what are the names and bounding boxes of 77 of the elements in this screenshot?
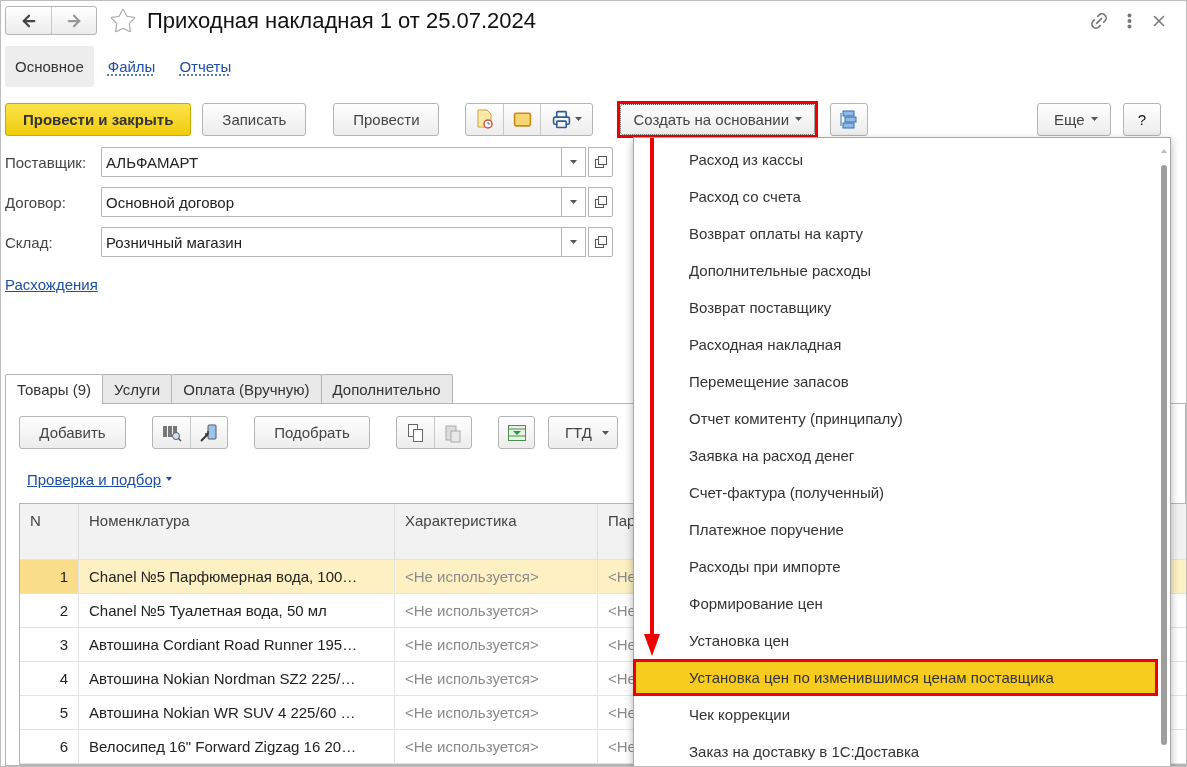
select-field[interactable]: АЛЬФАМАРТ bbox=[101, 147, 561, 178]
post-and-close-button[interactable]: Провести и закрыть bbox=[5, 102, 192, 136]
section-tab[interactable]: Файлы bbox=[97, 46, 166, 88]
menu-item[interactable]: Счет-фактура (полученный) bbox=[633, 474, 1158, 511]
caret-icon bbox=[574, 117, 582, 122]
menu-item[interactable]: Расход из кассы bbox=[633, 141, 1158, 178]
open-icon bbox=[594, 236, 607, 249]
envelope-icon bbox=[512, 109, 532, 129]
open-button[interactable] bbox=[588, 147, 613, 178]
section-tab[interactable]: Основное bbox=[5, 46, 94, 88]
barcode-icon bbox=[161, 423, 182, 442]
field-label: Склад: bbox=[5, 233, 54, 251]
post-button[interactable]: Провести bbox=[333, 102, 440, 136]
caret-icon bbox=[570, 200, 577, 205]
table-cell: Chanel №5 Парфюмерная вода, 100… bbox=[79, 560, 395, 593]
menu-item[interactable]: Отчет комитенту (принципалу) bbox=[633, 400, 1158, 437]
menu-item[interactable]: Расход со счета bbox=[633, 178, 1158, 215]
scroll-up-icon bbox=[1161, 149, 1167, 153]
document-clock-icon bbox=[475, 109, 494, 130]
caret-icon bbox=[601, 430, 609, 435]
structure-icon bbox=[839, 109, 859, 130]
caret-icon bbox=[795, 117, 802, 122]
fill-button[interactable] bbox=[498, 416, 535, 449]
table-fill-icon bbox=[506, 423, 527, 442]
menu-item[interactable]: Заявка на расход денег bbox=[633, 437, 1158, 474]
select-field[interactable]: Розничный магазин bbox=[101, 227, 561, 258]
menu-item[interactable]: Установка цен по изменившимся ценам поставщика bbox=[633, 659, 1158, 696]
copy-icon bbox=[406, 422, 425, 443]
open-button[interactable] bbox=[588, 187, 613, 218]
menu-item[interactable]: Чек коррекции bbox=[633, 696, 1158, 733]
open-button[interactable] bbox=[588, 227, 613, 258]
star-icon bbox=[109, 6, 137, 35]
caret-icon bbox=[1090, 117, 1098, 122]
caret-icon bbox=[570, 240, 577, 245]
link-button[interactable] bbox=[1089, 10, 1109, 31]
menu-item[interactable]: Платежное поручение bbox=[633, 511, 1158, 548]
open-icon bbox=[594, 196, 607, 209]
column-header[interactable]: Характеристика bbox=[395, 504, 598, 559]
menu-item[interactable]: Возврат оплаты на карту bbox=[633, 215, 1158, 252]
gtd-button[interactable]: ГТД bbox=[548, 416, 618, 449]
section-tab[interactable]: Отчеты bbox=[169, 46, 242, 88]
open-icon bbox=[594, 156, 607, 169]
field-label: Поставщик: bbox=[5, 153, 88, 171]
discrepancies-link[interactable]: Расхождения bbox=[5, 275, 98, 293]
table-tab[interactable]: Оплата (Вручную) bbox=[171, 374, 322, 403]
more-button[interactable]: Еще bbox=[1037, 102, 1111, 136]
table-tab[interactable]: Услуги bbox=[102, 374, 173, 403]
menu-item[interactable]: Дополнительные расходы bbox=[633, 252, 1158, 289]
column-header[interactable]: N bbox=[20, 504, 79, 559]
window-title: Приходная накладная 1 от 25.07.2024 bbox=[147, 7, 538, 34]
column-header[interactable]: Номенклатура bbox=[79, 504, 395, 559]
favorite-button[interactable] bbox=[109, 6, 137, 35]
more-menu-button[interactable] bbox=[1127, 12, 1132, 29]
caret-icon bbox=[570, 160, 577, 165]
table-cell: 1 bbox=[20, 560, 79, 593]
menu-item[interactable]: Возврат поставщику bbox=[633, 289, 1158, 326]
select-field[interactable]: Основной договор bbox=[101, 187, 561, 218]
scanner-icon bbox=[199, 422, 219, 443]
pick-button[interactable]: Подобрать bbox=[254, 416, 370, 449]
structure-button[interactable] bbox=[830, 102, 868, 136]
field-label: Договор: bbox=[5, 193, 67, 211]
printer-icon bbox=[551, 109, 571, 129]
clipboard-icon bbox=[444, 422, 462, 443]
create-based-on-button[interactable]: Создать на основании bbox=[620, 103, 815, 135]
save-button[interactable]: Записать bbox=[202, 102, 307, 136]
table-tab[interactable]: Дополнительно bbox=[320, 374, 453, 403]
menu-item[interactable]: Расходная накладная bbox=[633, 326, 1158, 363]
caret-icon bbox=[166, 477, 173, 481]
menu-item[interactable]: Установка цен bbox=[633, 622, 1158, 659]
help-button[interactable]: ? bbox=[1123, 102, 1161, 136]
menu-item[interactable]: Перемещение запасов bbox=[633, 363, 1158, 400]
table-cell: <Не используется> bbox=[395, 560, 598, 593]
add-button[interactable]: Добавить bbox=[19, 416, 126, 449]
check-and-pick-link[interactable]: Проверка и подбор bbox=[27, 470, 162, 488]
more-icon bbox=[1127, 12, 1132, 29]
table-tab[interactable]: Товары (9) bbox=[5, 374, 104, 404]
menu-item[interactable]: Заказ на доставку в 1С:Доставка bbox=[633, 733, 1158, 766]
